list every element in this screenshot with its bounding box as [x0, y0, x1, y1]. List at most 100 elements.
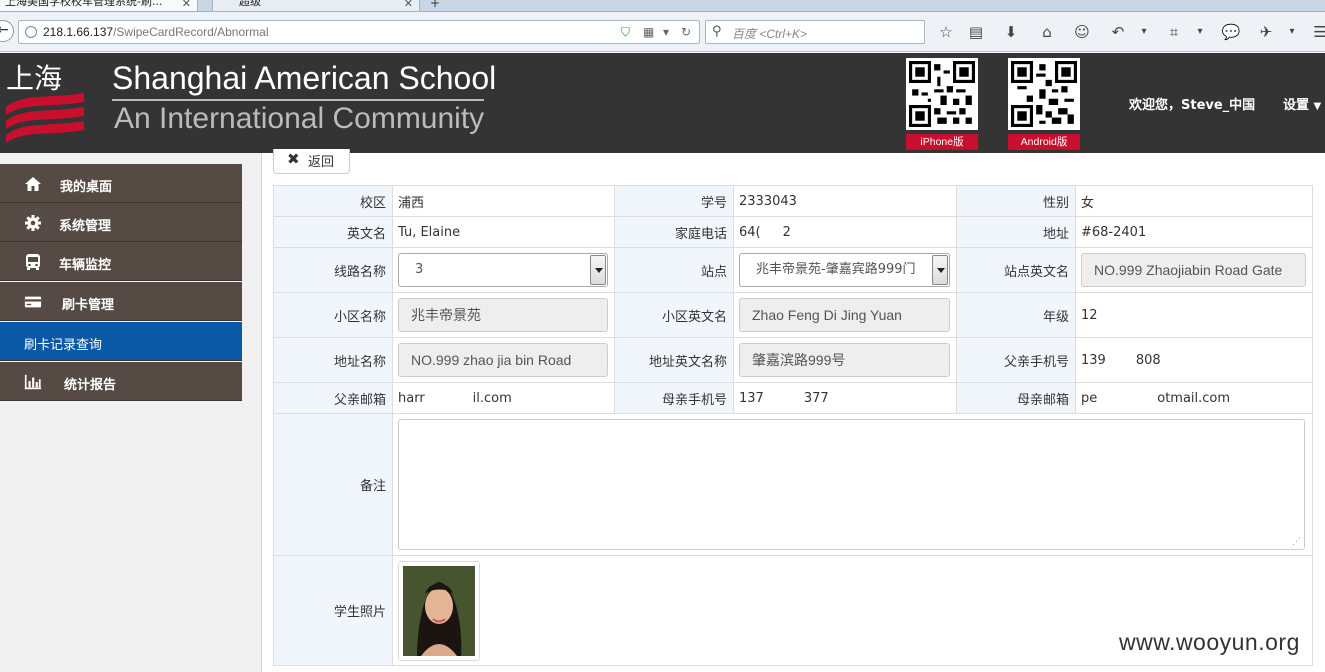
close-tab-icon[interactable]: ✕: [404, 0, 413, 11]
table-row: 线路名称 3 站点 兆丰帝景苑-肇嘉宾路999门 站点英文名 NO.999 Zh…: [273, 247, 1313, 293]
mother-phone-value: 137 377: [733, 382, 957, 414]
tab-title: 上海美国学校校车管理系统-刷...: [5, 0, 163, 8]
field-label: 英文名: [273, 216, 393, 248]
sidebar-item-label: 我的桌面: [60, 180, 113, 195]
download-icon[interactable]: ⬇: [1001, 23, 1021, 41]
browser-tab[interactable]: 超级 ✕: [212, 0, 420, 11]
qr-android[interactable]: Android版: [1008, 58, 1080, 150]
field-label: 地址英文名称: [614, 337, 734, 383]
field-label: 校区: [273, 185, 393, 217]
field-label: 小区英文名: [614, 292, 734, 338]
dropdown-icon[interactable]: ▾: [663, 25, 669, 39]
logo-text: 上海: [6, 62, 63, 95]
school-divider: [112, 99, 484, 101]
field-label: 站点英文名: [956, 247, 1076, 293]
gender-value: 女: [1075, 185, 1313, 217]
address-name-field[interactable]: NO.999 zhao jia bin Road: [398, 343, 608, 377]
table-row: 英文名 Tu, Elaine 家庭电话 64(2 地址 #68-2401: [273, 216, 1313, 248]
mother-email-value: pe otmail.com: [1075, 382, 1313, 414]
student-no-value: 2333043: [733, 185, 957, 217]
tab-title: 超级: [239, 0, 261, 8]
bus-icon: [26, 254, 40, 270]
campus-value: 浦西: [392, 185, 615, 217]
star-icon[interactable]: ☆: [936, 23, 956, 41]
sidebar-item-label: 刷卡管理: [62, 298, 115, 313]
field-label: 小区名称: [273, 292, 393, 338]
card-icon: [24, 296, 42, 308]
address-bar[interactable]: 218.1.66.137/SwipeCardRecord/Abnormal ⛉ …: [18, 20, 700, 44]
community-english-field[interactable]: Zhao Feng Di Jing Yuan: [739, 298, 950, 332]
field-label: 学号: [614, 185, 734, 217]
browser-back-icon[interactable]: ←: [0, 20, 14, 42]
browser-tab-active[interactable]: 上海美国学校校车管理系统-刷... ✕: [0, 0, 198, 11]
back-button-label: 返回: [308, 155, 335, 170]
main-content: ✖ 返回 校区 浦西 学号 2333043 性别 女 英文名 Tu, Elain…: [263, 149, 1325, 672]
chat-icon[interactable]: 💬: [1221, 23, 1241, 41]
sidebar-item-swipe-records[interactable]: 刷卡记录查询: [0, 322, 242, 361]
chevron-down-icon: [932, 255, 948, 285]
field-label: 备注: [273, 413, 393, 556]
field-label: 父亲手机号: [956, 337, 1076, 383]
sidebar-item-reports[interactable]: 统计报告: [0, 362, 242, 401]
home-browser-icon[interactable]: ⌂: [1037, 23, 1057, 41]
field-label: 父亲邮箱: [273, 382, 393, 414]
sidebar-item-label: 刷卡记录查询: [24, 338, 103, 353]
sidebar-item-card[interactable]: 刷卡管理: [0, 282, 242, 321]
father-phone-value: 139 808: [1075, 337, 1313, 383]
emoji-icon[interactable]: ☺: [1072, 23, 1092, 41]
watermark: www.wooyun.org: [1119, 629, 1300, 655]
qr-code-icon[interactable]: ▦: [643, 25, 654, 39]
shield-icon[interactable]: ⛉: [621, 25, 630, 40]
school-subtitle: An International Community: [114, 102, 485, 135]
welcome-text: 欢迎您，Steve_中国: [1129, 98, 1256, 113]
sidebar-item-desktop[interactable]: 我的桌面: [0, 164, 242, 203]
menu-icon[interactable]: ☰: [1310, 23, 1325, 41]
reading-list-icon[interactable]: ▤: [966, 23, 986, 41]
table-row: 小区名称 兆丰帝景苑 小区英文名 Zhao Feng Di Jing Yuan …: [273, 292, 1313, 338]
settings-menu[interactable]: 设置 ▼: [1283, 94, 1321, 113]
remark-textarea[interactable]: ⋰: [398, 419, 1305, 550]
field-label: 地址名称: [273, 337, 393, 383]
portrait-image: [403, 565, 475, 656]
logo-waves-icon: [6, 93, 84, 143]
search-icon: ⚲: [712, 24, 722, 39]
undo-dropdown-icon[interactable]: ▾: [1134, 26, 1154, 37]
sidebar-item-label: 统计报告: [64, 378, 117, 393]
url-text: 218.1.66.137/SwipeCardRecord/Abnormal: [43, 25, 269, 39]
table-row: 地址名称 NO.999 zhao jia bin Road 地址英文名称 肇嘉滨…: [273, 337, 1313, 383]
undo-icon[interactable]: ↶: [1108, 23, 1128, 41]
route-select[interactable]: 3: [398, 253, 608, 287]
sidebar-item-system[interactable]: 系统管理: [0, 203, 242, 242]
close-icon: ✖: [287, 150, 300, 168]
field-label: 地址: [956, 216, 1076, 248]
address-english-field[interactable]: 肇嘉滨路999号: [739, 343, 950, 377]
search-box[interactable]: ⚲ 百度 <Ctrl+K>: [705, 20, 925, 44]
browser-tabstrip: 上海美国学校校车管理系统-刷... ✕ 超级 ✕ +: [0, 0, 1325, 12]
extension-icon[interactable]: ✈: [1256, 23, 1276, 41]
stop-select[interactable]: 兆丰帝景苑-肇嘉宾路999门: [739, 253, 950, 287]
qr-iphone[interactable]: iPhone版: [906, 58, 978, 150]
back-button[interactable]: ✖ 返回: [273, 149, 350, 174]
sidebar-item-label: 系统管理: [59, 219, 112, 234]
resize-grip-icon[interactable]: ⋰: [1292, 537, 1301, 547]
sidebar: 我的桌面 系统管理 车辆监控 刷卡管理 刷卡记录查询 统计报告: [0, 153, 262, 672]
reload-icon[interactable]: ↻: [681, 25, 691, 39]
crop-icon[interactable]: ⌗: [1164, 23, 1184, 41]
qr-android-label: Android版: [1008, 134, 1080, 150]
field-label: 年级: [956, 292, 1076, 338]
globe-icon: [25, 26, 37, 38]
sidebar-item-label: 车辆监控: [59, 258, 112, 273]
father-email-value: harr il.com: [392, 382, 615, 414]
close-tab-icon[interactable]: ✕: [182, 0, 191, 11]
crop-dropdown-icon[interactable]: ▾: [1190, 26, 1210, 37]
grade-value: 12: [1075, 292, 1313, 338]
stop-english-field[interactable]: NO.999 Zhaojiabin Road Gate: [1081, 253, 1306, 287]
table-row: 备注 ⋰: [273, 413, 1313, 556]
student-detail-table: 校区 浦西 学号 2333043 性别 女 英文名 Tu, Elaine 家庭电…: [273, 185, 1313, 666]
community-field[interactable]: 兆丰帝景苑: [398, 298, 608, 332]
sidebar-item-vehicle[interactable]: 车辆监控: [0, 242, 242, 281]
search-placeholder: 百度 <Ctrl+K>: [732, 27, 808, 41]
new-tab-icon[interactable]: +: [430, 0, 440, 10]
extension-dropdown-icon[interactable]: ▾: [1282, 26, 1302, 37]
student-photo: [398, 560, 480, 661]
